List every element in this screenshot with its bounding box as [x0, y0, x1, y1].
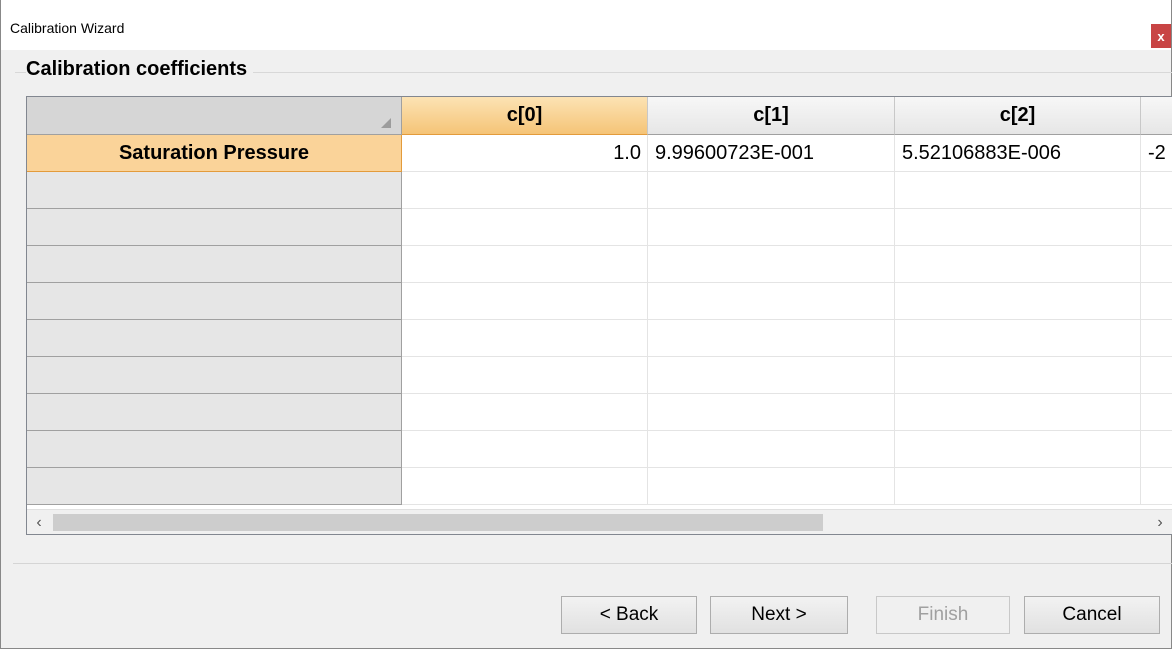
grid-cell[interactable] [1141, 209, 1172, 246]
grid-cell[interactable]: 9.99600723E-001 [648, 135, 895, 172]
grid-cell[interactable] [648, 246, 895, 283]
grid-cell[interactable] [648, 431, 895, 468]
close-icon: x [1157, 28, 1165, 44]
row-header[interactable] [27, 320, 402, 357]
row-header[interactable] [27, 209, 402, 246]
grid-cell[interactable] [648, 172, 895, 209]
column-header-c1[interactable]: c[1] [648, 97, 895, 135]
grid-cell[interactable] [402, 320, 648, 357]
grid-cell[interactable] [402, 394, 648, 431]
grid-cell[interactable] [1141, 320, 1172, 357]
grid-cell[interactable] [895, 394, 1141, 431]
grid-cell[interactable] [1141, 357, 1172, 394]
calibration-wizard-window: Calibration Wizard x Calibration coeffic… [0, 0, 1172, 649]
column-header-c3[interactable] [1141, 97, 1172, 135]
grid-cell[interactable] [895, 431, 1141, 468]
finish-button[interactable]: Finish [876, 596, 1010, 634]
grid-cell[interactable] [1141, 394, 1172, 431]
grid-cell[interactable] [402, 283, 648, 320]
grid-cell[interactable] [895, 320, 1141, 357]
grid-cell[interactable] [402, 172, 648, 209]
grid-cell[interactable] [1141, 283, 1172, 320]
grid-cell[interactable]: -2 [1141, 135, 1172, 172]
row-header[interactable] [27, 394, 402, 431]
grid-cell[interactable] [1141, 468, 1172, 505]
cancel-button[interactable]: Cancel [1024, 596, 1160, 634]
row-header[interactable] [27, 246, 402, 283]
select-all-corner[interactable] [27, 97, 402, 135]
grid-cell[interactable] [402, 468, 648, 505]
horizontal-scrollbar[interactable]: ‹ › [27, 509, 1172, 534]
coefficients-grid[interactable]: c[0] c[1] c[2] Saturation Pressure 1.0 9… [26, 96, 1172, 535]
grid-cell[interactable] [895, 172, 1141, 209]
grid-cell[interactable] [402, 246, 648, 283]
row-header[interactable] [27, 172, 402, 209]
corner-triangle-icon [381, 118, 391, 128]
grid-cell[interactable] [895, 283, 1141, 320]
grid-cell[interactable] [895, 246, 1141, 283]
scroll-left-icon[interactable]: ‹ [27, 510, 51, 534]
grid-cell[interactable] [648, 357, 895, 394]
grid-cell[interactable] [895, 357, 1141, 394]
grid-cell[interactable] [648, 320, 895, 357]
grid-cell[interactable] [648, 394, 895, 431]
scroll-right-icon[interactable]: › [1148, 510, 1172, 534]
grid-cell[interactable] [648, 468, 895, 505]
scrollbar-thumb[interactable] [53, 514, 823, 531]
grid-cell[interactable] [1141, 172, 1172, 209]
column-header-c0[interactable]: c[0] [402, 97, 648, 135]
grid-header-row: c[0] c[1] c[2] [27, 97, 1172, 135]
grid-cell[interactable] [402, 357, 648, 394]
grid-cell[interactable] [895, 209, 1141, 246]
grid-cell[interactable] [895, 468, 1141, 505]
row-header-saturation-pressure[interactable]: Saturation Pressure [27, 135, 402, 172]
grid-cell[interactable] [402, 209, 648, 246]
grid-cell[interactable] [1141, 431, 1172, 468]
column-header-c2[interactable]: c[2] [895, 97, 1141, 135]
row-header[interactable] [27, 283, 402, 320]
grid-cell[interactable] [648, 283, 895, 320]
grid-cell[interactable]: 1.0 [402, 135, 648, 172]
grid-cell[interactable] [402, 431, 648, 468]
window-title: Calibration Wizard [10, 20, 125, 36]
grid-cell[interactable]: 5.52106883E-006 [895, 135, 1141, 172]
grid-cell[interactable] [648, 209, 895, 246]
separator [13, 563, 1172, 564]
row-header[interactable] [27, 431, 402, 468]
groupbox-title: Calibration coefficients [26, 58, 254, 81]
next-button[interactable]: Next > [710, 596, 848, 634]
row-header[interactable] [27, 357, 402, 394]
grid-cell[interactable] [1141, 246, 1172, 283]
close-button[interactable]: x [1151, 24, 1171, 48]
row-header[interactable] [27, 468, 402, 505]
back-button[interactable]: < Back [561, 596, 697, 634]
title-bar: Calibration Wizard x [1, 0, 1171, 50]
